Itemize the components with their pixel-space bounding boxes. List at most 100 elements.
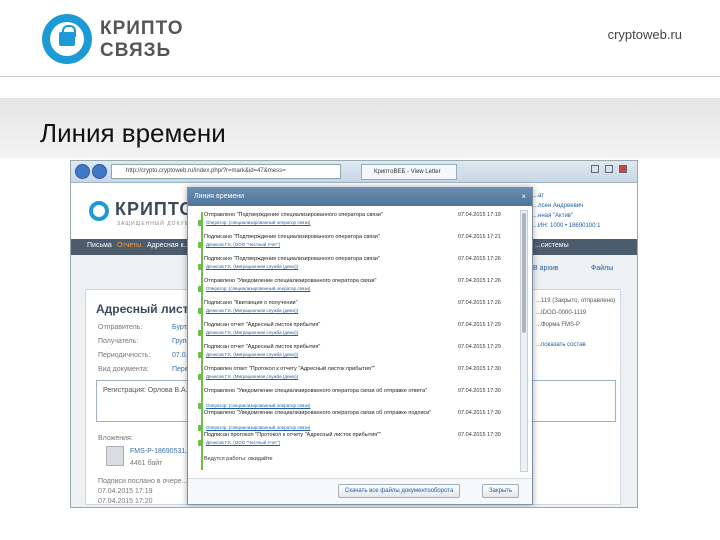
doc-id: ...IDOO-0000-1119 [536, 310, 587, 316]
lock-icon [59, 25, 76, 46]
user-line: ...ат [533, 193, 544, 199]
user-icon [198, 264, 203, 270]
browser-tab[interactable]: КриптоВЕБ - View Letter [361, 164, 457, 180]
user-icon [198, 440, 203, 446]
timeline-entry-actor[interactable]: Денисов Г.К. (Миграционная служба (демо)… [206, 308, 298, 313]
download-all-button[interactable]: Скачать все файлы документооборота [338, 484, 461, 498]
field-label: Получатель: [98, 338, 139, 345]
timeline-entry-title: Подписано "Подтверждение специализирован… [204, 234, 380, 240]
site-url: cryptoweb.ru [607, 27, 682, 42]
divider-line [0, 76, 720, 77]
nav-item-address-book[interactable]: Адресная к... [147, 242, 189, 249]
user-icon [198, 374, 203, 380]
close-button[interactable]: Закрыть [482, 484, 520, 498]
timeline-modal: Линия времени × Ведутся работы: ожидайте… [187, 187, 533, 505]
timeline-entry-title: Отправлено "Уведомление специализированн… [204, 388, 428, 394]
timeline-final-status: Ведутся работы: ожидайте [204, 456, 273, 462]
user-info: ...ат ...лсен Андреевич ...нная "Актив" … [533, 191, 600, 231]
timeline-entry-actor[interactable]: Денисов Г.К. (Миграционная служба (демо)… [206, 374, 298, 379]
timeline-entry-actor[interactable]: Денисов Г.К. (Миграционная служба (демо)… [206, 264, 298, 269]
modal-title: Линия времени [194, 193, 245, 200]
modal-footer: Скачать все файлы документооборота Закры… [188, 478, 532, 504]
timeline-entry-date: 07.04.2015 17:30 [458, 366, 501, 372]
signature-date: 07.04.2015 17:20 [98, 498, 153, 505]
user-line: ...ИН: 1000 • 18690100:1 [533, 223, 601, 229]
minimize-icon[interactable] [591, 165, 599, 173]
timeline-entry-title: Подписан протокол "Протокол к отчету "Ад… [204, 432, 382, 438]
timeline-line [201, 212, 203, 470]
user-icon [198, 242, 203, 248]
user-icon [198, 425, 203, 431]
timeline-entry-date: 07.04.2015 17:26 [458, 300, 501, 306]
field-label: Отправитель: [98, 324, 143, 331]
cryptosvyaz-logo: КРИПТО СВЯЗЬ [42, 14, 202, 66]
attachment-file[interactable]: FMS-P-18690531... [130, 448, 191, 455]
user-icon [198, 286, 203, 292]
timeline-entry-date: 07.04.2015 17:29 [458, 322, 501, 328]
timeline-entry-actor[interactable]: Оператор: (специализированный оператор с… [206, 220, 310, 225]
app-logo-icon [89, 201, 109, 221]
app-logo: КРИПТО [115, 199, 195, 219]
timeline-entry-actor[interactable]: Денисов Г.К. (Миграционная служба (демо)… [206, 330, 298, 335]
timeline-entry-actor[interactable]: Оператор: (специализированный оператор с… [206, 403, 310, 408]
attachment-size: 4461 байт [130, 460, 163, 467]
logo-text-line1: КРИПТО [100, 18, 184, 39]
nav-item-reports[interactable]: Отчеты [117, 242, 141, 249]
timeline-entry-actor[interactable]: Денисов Г.К. (ООО "Честный Учет") [206, 440, 280, 445]
modal-close-icon[interactable]: × [521, 188, 526, 206]
show-composition-link[interactable]: ...показать состав [536, 342, 586, 348]
timeline-entry-date: 07.04.2015 17:30 [458, 432, 501, 438]
timeline-entry-actor[interactable]: Денисов Г.К. (ООО "Честный Учет") [206, 242, 280, 247]
field-label: Вид документа: [98, 366, 149, 373]
signatures-label: Подписи послано в очере... [98, 478, 188, 485]
timeline-entry-date: 07.04.2015 17:30 [458, 388, 501, 394]
back-icon[interactable] [75, 164, 90, 179]
doc-status: ...119 (Закрыто, отправлено) [536, 298, 616, 304]
user-icon [198, 330, 203, 336]
user-icon [198, 220, 203, 226]
scrollbar[interactable] [520, 210, 528, 472]
browser-toolbar: http://crypto.cryptoweb.ru/index.php/?r=… [71, 161, 637, 183]
user-line[interactable]: ...нная "Актив" [533, 211, 600, 221]
registration-text: Регистрация: Орлова В.А. [103, 387, 188, 394]
timeline-entry-date: 07.04.2015 17:21 [458, 234, 501, 240]
timeline-entry-actor[interactable]: Оператор: (специализированный оператор с… [206, 286, 310, 291]
embedded-screenshot: http://crypto.cryptoweb.ru/index.php/?r=… [70, 160, 638, 508]
signature-date: 07.04.2015 17:19 [98, 488, 153, 495]
user-line[interactable]: ...лсен Андреевич [533, 201, 600, 211]
timeline-entry-date: 07.04.2015 17:19 [458, 212, 501, 218]
archive-button[interactable]: В архив [533, 265, 558, 279]
timeline-entry-title: Подписано "Подтверждение специализирован… [204, 256, 380, 262]
maximize-icon[interactable] [605, 165, 613, 173]
user-icon [198, 403, 203, 409]
timeline-entry-actor[interactable]: Денисов Г.К. (Миграционная служба (демо)… [206, 352, 298, 357]
nav-item-letters[interactable]: Письма [87, 242, 112, 249]
field-label: Периодичность: [98, 352, 151, 359]
timeline-entry-title: Подписано "Квитанция о получении" [204, 300, 298, 306]
timeline-entry-date: 07.04.2015 17:29 [458, 344, 501, 350]
nav-item-systems[interactable]: ...системы [535, 242, 569, 249]
address-bar[interactable]: http://crypto.cryptoweb.ru/index.php/?r=… [111, 164, 341, 179]
timeline-entry-title: Подписан отчет "Адресный листок прибытия… [204, 322, 321, 328]
close-window-icon[interactable] [619, 165, 627, 173]
forward-icon[interactable] [92, 164, 107, 179]
timeline-entry-actor[interactable]: Оператор: (специализированный оператор с… [206, 425, 310, 430]
attachments-label: Вложения: [98, 435, 133, 442]
modal-header: Линия времени × [188, 188, 532, 206]
files-button[interactable]: Файлы [591, 265, 613, 279]
file-icon [106, 446, 124, 466]
user-icon [198, 352, 203, 358]
timeline-entry-date: 07.04.2015 17:26 [458, 278, 501, 284]
timeline-entry-date: 07.04.2015 17:26 [458, 256, 501, 262]
timeline-list: Ведутся работы: ожидайте Отправлено "Под… [192, 210, 518, 472]
user-icon [198, 308, 203, 314]
timeline-entry-title: Подписан отчет "Адресный листок прибытия… [204, 344, 321, 350]
doc-form: ...Форма FMS-P [536, 322, 581, 328]
slide-title: Линия времени [40, 118, 226, 148]
scrollbar-thumb[interactable] [522, 213, 526, 333]
timeline-entry-title: Отправлен ответ "Протокол к отчету "Адре… [204, 366, 375, 372]
timeline-entry-date: 07.04.2015 17:30 [458, 410, 501, 416]
timeline-entry-title: Отправлено "Подтверждение специализирова… [204, 212, 383, 218]
timeline-entry-title: Отправлено "Уведомление специализированн… [204, 278, 377, 284]
logo-text-line2: СВЯЗЬ [100, 40, 172, 61]
